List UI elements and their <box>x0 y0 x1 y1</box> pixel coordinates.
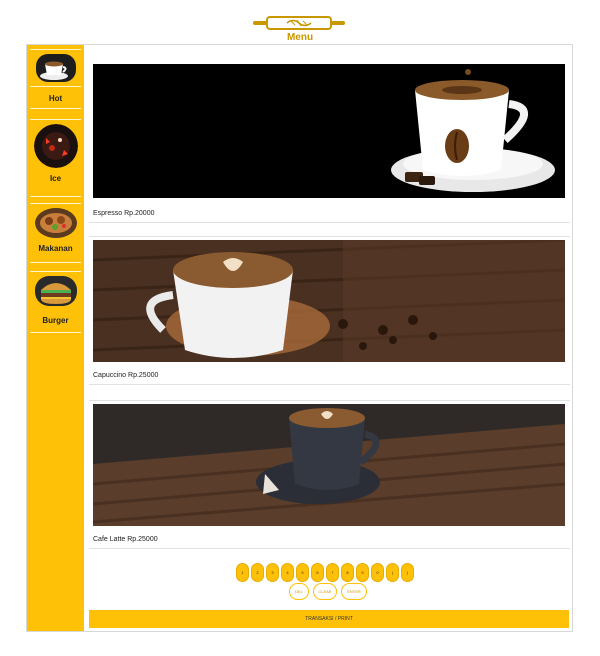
key-3[interactable]: 3 <box>266 563 279 582</box>
burger-icon <box>34 276 77 306</box>
sidebar-item-label: Makanan <box>38 244 73 253</box>
del-button[interactable]: DEL <box>289 583 309 600</box>
sidebar-item-makanan[interactable]: Makanan <box>30 203 81 263</box>
clear-button[interactable]: CLEAR <box>313 583 337 600</box>
espresso-photo <box>93 64 565 198</box>
sidebar-item-label: Ice <box>49 174 62 183</box>
cappuccino-photo <box>93 240 565 362</box>
category-sidebar: Hot Ice Makanan Burger <box>27 45 84 631</box>
key-7[interactable]: 7 <box>326 563 339 582</box>
sidebar-item-label: Hot <box>48 94 63 103</box>
product-caption: Capuccino Rp.25000 <box>93 372 159 379</box>
key-0[interactable]: 0 <box>371 563 384 582</box>
key-6[interactable]: 6 <box>311 563 324 582</box>
key-5[interactable]: 5 <box>296 563 309 582</box>
sidebar-item-ice[interactable]: Ice <box>30 119 81 197</box>
enter-button[interactable]: ENTER <box>341 583 367 600</box>
key-2[interactable]: 2 <box>251 563 264 582</box>
product-card-espresso[interactable]: Espresso Rp.20000 <box>89 64 570 224</box>
product-card-cappuccino[interactable]: Capuccino Rp.25000 <box>89 236 570 388</box>
ice-drink-icon <box>33 124 78 168</box>
hot-coffee-icon <box>35 54 76 82</box>
product-card-cafe-latte[interactable]: Cafe Latte Rp.25000 <box>89 400 570 552</box>
key-1[interactable]: 1 <box>236 563 249 582</box>
key-close-paren[interactable]: ) <box>401 563 414 582</box>
food-plate-icon <box>34 208 77 238</box>
product-caption: Espresso Rp.20000 <box>93 210 155 217</box>
app-header: Menu <box>0 14 600 44</box>
product-caption: Cafe Latte Rp.25000 <box>93 536 158 543</box>
key-4[interactable]: 4 <box>281 563 294 582</box>
sidebar-item-label: Burger <box>42 316 69 325</box>
key-open-paren[interactable]: ( <box>386 563 399 582</box>
key-8[interactable]: 8 <box>341 563 354 582</box>
page-title: Menu <box>286 32 314 43</box>
sidebar-item-hot[interactable]: Hot <box>30 49 81 109</box>
cafe-latte-photo <box>93 404 565 526</box>
transaction-print-button[interactable]: TRANSAKSI / PRINT <box>89 610 569 628</box>
key-9[interactable]: 9 <box>356 563 369 582</box>
rolling-pin-logo-icon <box>253 16 345 30</box>
sidebar-item-burger[interactable]: Burger <box>30 271 81 333</box>
